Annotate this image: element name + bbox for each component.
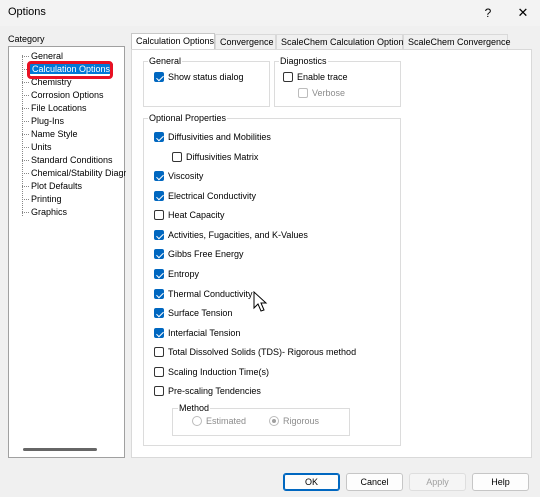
tree-branch xyxy=(22,134,29,135)
checkbox-box xyxy=(154,72,164,82)
checkbox-label: Total Dissolved Solids (TDS)- Rigorous m… xyxy=(168,347,357,357)
tree-item-units[interactable]: Units xyxy=(31,141,52,153)
tree-item-corrosion-options[interactable]: Corrosion Options xyxy=(31,89,104,101)
calculation-options-panel: General Show status dialog Diagnostics E… xyxy=(131,49,532,458)
checkbox-box xyxy=(154,132,164,142)
tree-item-chemical-stability-diagrams[interactable]: Chemical/Stability Diagra xyxy=(31,167,126,179)
radio-circle xyxy=(269,416,279,426)
diagnostics-group-title: Diagnostics xyxy=(279,56,328,66)
tree-branch xyxy=(22,212,29,213)
checkbox-box xyxy=(154,191,164,201)
checkbox-label: Enable trace xyxy=(297,72,348,82)
category-tree[interactable]: General Calculation Options Chemistry Co… xyxy=(8,46,126,458)
tree-branch xyxy=(22,160,29,161)
category-label: Category xyxy=(8,34,45,44)
checkbox-box xyxy=(154,328,164,338)
checkbox-label: Entropy xyxy=(168,269,200,279)
checkbox-box xyxy=(298,88,308,98)
checkbox-box xyxy=(154,210,164,220)
general-group-title: General xyxy=(148,56,183,66)
checkbox-label: Viscosity xyxy=(168,171,204,181)
tree-item-plot-defaults[interactable]: Plot Defaults xyxy=(31,180,82,192)
tree-branch xyxy=(22,82,29,83)
checkbox-box xyxy=(154,308,164,318)
checkbox-label: Diffusivities and Mobilities xyxy=(168,132,271,142)
checkbox-box xyxy=(154,367,164,377)
radio-label: Rigorous xyxy=(283,416,320,426)
tree-item-plug-ins[interactable]: Plug-Ins xyxy=(31,115,64,127)
method-group-title: Method xyxy=(178,403,211,413)
tree-branch xyxy=(22,147,29,148)
selection-highlight-outline xyxy=(27,61,113,79)
checkbox-label: Scaling Induction Time(s) xyxy=(168,367,270,377)
checkbox-label: Diffusivities Matrix xyxy=(186,152,259,162)
checkbox-box xyxy=(154,171,164,181)
checkbox-box xyxy=(154,269,164,279)
checkbox-box xyxy=(154,347,164,357)
tab-convergence[interactable]: Convergence xyxy=(215,34,276,50)
checkbox-label: Gibbs Free Energy xyxy=(168,249,244,259)
title-bar: Options ? ✕ xyxy=(0,0,540,26)
tree-branch xyxy=(22,173,29,174)
checkbox-box xyxy=(154,289,164,299)
tree-item-file-locations[interactable]: File Locations xyxy=(31,102,87,114)
diagnostics-group xyxy=(274,61,401,107)
checkbox-label: Electrical Conductivity xyxy=(168,191,257,201)
radio-label: Estimated xyxy=(206,416,247,426)
optional-properties-group-title: Optional Properties xyxy=(148,113,228,123)
cancel-button[interactable]: Cancel xyxy=(346,473,403,491)
checkbox-box xyxy=(172,152,182,162)
tree-item-printing[interactable]: Printing xyxy=(31,193,62,205)
tree-branch xyxy=(22,121,29,122)
tab-scalechem-convergence[interactable]: ScaleChem Convergence xyxy=(403,34,511,50)
tab-scalechem-calculation-options[interactable]: ScaleChem Calculation Options xyxy=(276,34,408,50)
checkbox-label: Activities, Fugacities, and K-Values xyxy=(168,230,308,240)
tree-branch xyxy=(22,56,29,57)
apply-button[interactable]: Apply xyxy=(409,473,466,491)
tree-branch xyxy=(22,186,29,187)
tree-item-standard-conditions[interactable]: Standard Conditions xyxy=(31,154,113,166)
checkbox-label: Thermal Conductivity xyxy=(168,289,253,299)
general-group xyxy=(143,61,270,107)
tree-connector-line xyxy=(22,55,23,216)
tab-calculation-options[interactable]: Calculation Options xyxy=(131,33,215,50)
checkbox-label: Heat Capacity xyxy=(168,210,225,220)
close-button[interactable]: ✕ xyxy=(512,4,534,22)
ok-button[interactable]: OK xyxy=(283,473,340,491)
window-title: Options xyxy=(8,6,46,18)
radio-circle xyxy=(192,416,202,426)
tree-branch xyxy=(22,199,29,200)
horizontal-scrollbar[interactable] xyxy=(23,448,97,451)
checkbox-box xyxy=(154,386,164,396)
checkbox-label: Verbose xyxy=(312,88,346,98)
tree-item-name-style[interactable]: Name Style xyxy=(31,128,78,140)
checkbox-label: Pre-scaling Tendencies xyxy=(168,386,261,396)
checkbox-label: Show status dialog xyxy=(168,72,244,82)
checkbox-box xyxy=(283,72,293,82)
checkbox-box xyxy=(154,230,164,240)
mouse-cursor-icon xyxy=(253,291,268,312)
checkbox-box xyxy=(154,249,164,259)
tree-branch xyxy=(22,108,29,109)
checkbox-label: Interfacial Tension xyxy=(168,328,241,338)
tree-branch xyxy=(22,95,29,96)
tree-item-graphics[interactable]: Graphics xyxy=(31,206,67,218)
help-button[interactable]: Help xyxy=(472,473,529,491)
help-question-button[interactable]: ? xyxy=(478,4,498,22)
checkbox-label: Surface Tension xyxy=(168,308,233,318)
